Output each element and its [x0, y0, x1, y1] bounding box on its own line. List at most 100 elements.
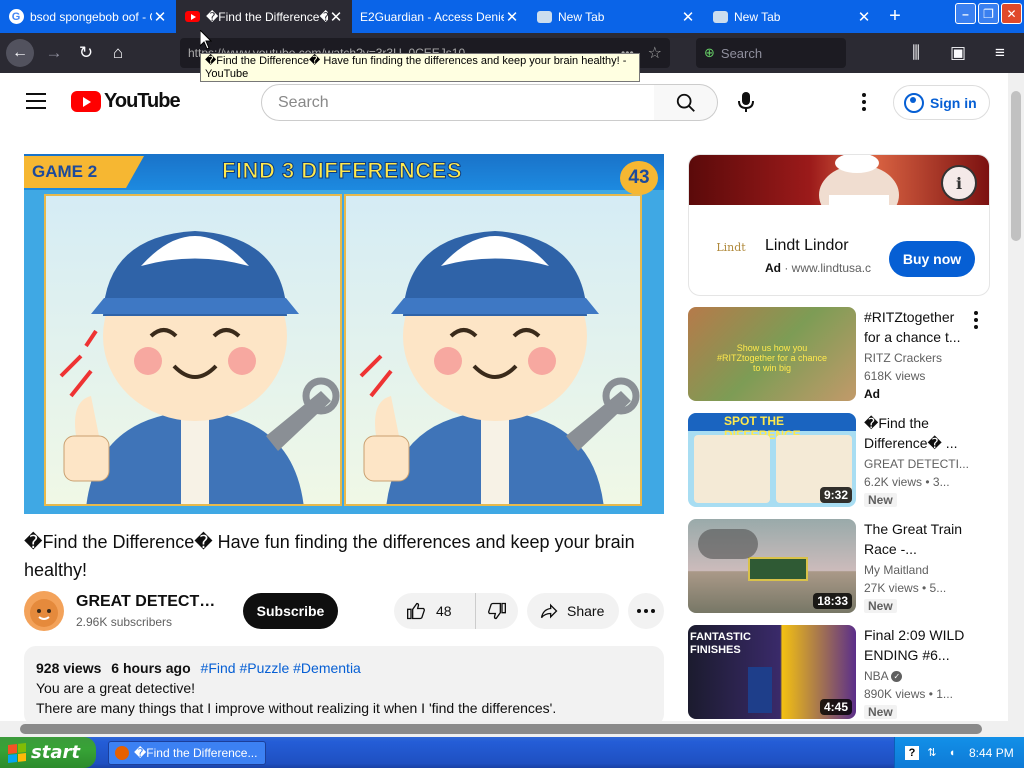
help-icon[interactable]: ? — [905, 745, 919, 760]
search-input[interactable]: Search — [261, 84, 655, 121]
ad-title: Lindt Lindor — [765, 237, 849, 254]
subscribe-button[interactable]: Subscribe — [243, 593, 338, 629]
duration-badge: 4:45 — [819, 699, 852, 715]
search-engine-icon: ⊕ — [704, 45, 715, 60]
tab-google-search[interactable]: G bsod spongebob oof - G ✕ — [0, 0, 176, 33]
recommendation-item[interactable]: SPOT THE DIFFERENCE 9:32 �Find the Diffe… — [688, 413, 990, 509]
close-icon[interactable]: ✕ — [328, 8, 344, 26]
view-count: 928 views — [36, 660, 102, 676]
channel-name[interactable]: GREAT DETECTIVE — [76, 593, 218, 611]
description-box[interactable]: 928 views 6 hours ago #Find #Puzzle #Dem… — [24, 646, 664, 726]
share-label: Share — [567, 603, 605, 619]
start-button[interactable]: start — [0, 737, 96, 768]
sign-in-button[interactable]: Sign in — [893, 85, 990, 120]
tab-title: New Tab — [734, 9, 781, 24]
horizontal-scrollbar[interactable] — [0, 721, 1008, 737]
buy-now-button[interactable]: Buy now — [889, 241, 975, 277]
tab-tooltip: �Find the Difference� Have fun finding t… — [200, 53, 640, 82]
ad-label: Ad — [765, 261, 781, 275]
volume-icon[interactable]: ◖ — [945, 746, 959, 760]
channel-avatar[interactable] — [24, 591, 64, 631]
new-badge: New — [864, 705, 897, 719]
library-icon[interactable]: ⫼ — [902, 39, 930, 67]
ad-subtitle: Ad · www.lindtusa.c — [765, 261, 872, 275]
back-arrow-icon[interactable]: ← — [6, 39, 34, 67]
restore-button[interactable]: ❐ — [978, 3, 999, 24]
screen: G bsod spongebob oof - G ✕ �Find the Dif… — [0, 0, 1024, 768]
vertical-scrollbar[interactable] — [1008, 73, 1024, 737]
windows-flag-icon — [8, 742, 26, 763]
recommendation-thumbnail: Show us how you #RITZtogether for a chan… — [688, 307, 856, 401]
forward-arrow-icon[interactable]: → — [40, 39, 68, 67]
subscriber-count: 2.96K subscribers — [76, 615, 173, 629]
tab-title: �Find the Difference� — [206, 9, 328, 24]
tab-title: New Tab — [558, 9, 605, 24]
mechanic-illustration — [359, 231, 640, 504]
recommendation-channel-name: NBA — [864, 669, 889, 683]
window-close-button[interactable]: ✕ — [1001, 3, 1022, 24]
taskbar-firefox-window[interactable]: �Find the Difference... — [108, 740, 266, 765]
reload-icon[interactable]: ↻ — [72, 39, 100, 67]
windows-taskbar: start �Find the Difference... ? ⇅ ◖ 8:44… — [0, 737, 1024, 768]
more-actions-button[interactable] — [628, 593, 664, 629]
settings-kebab-icon[interactable] — [852, 89, 876, 115]
tab-e2guardian[interactable]: E2Guardian - Access Denied ✕ — [352, 0, 528, 33]
video-title: �Find the Difference� Have fun finding t… — [24, 532, 635, 580]
duration-badge: 9:32 — [819, 487, 852, 503]
recommendation-views: 618K views — [864, 369, 926, 383]
info-icon[interactable]: i — [941, 165, 977, 201]
system-tray: ? ⇅ ◖ 8:44 PM — [894, 737, 1024, 768]
youtube-play-icon — [71, 91, 101, 112]
search-button[interactable] — [654, 84, 718, 121]
share-button[interactable]: Share — [527, 593, 619, 629]
recommendation-channel: GREAT DETECTI... — [864, 457, 969, 471]
home-icon[interactable]: ⌂ — [104, 39, 132, 67]
upload-age: 6 hours ago — [111, 660, 191, 676]
menu-icon[interactable]: ≡ — [986, 39, 1014, 67]
hashtags[interactable]: #Find #Puzzle #Dementia — [201, 660, 361, 676]
tab-title: E2Guardian - Access Denied — [360, 9, 504, 24]
ad-card[interactable]: i Lindt Lindt Lindor Ad · www.lindtusa.c… — [688, 154, 990, 296]
search-placeholder: Search — [278, 93, 329, 111]
close-icon[interactable]: ✕ — [856, 8, 872, 26]
recommendation-channel: NBA ✓ — [864, 669, 976, 683]
close-icon[interactable]: ✕ — [680, 8, 696, 26]
recommendation-title: Final 2:09 WILD ENDING #6... — [864, 627, 965, 663]
new-tab-plus-icon[interactable]: + — [880, 0, 910, 33]
browser-tab-strip: G bsod spongebob oof - G ✕ �Find the Dif… — [0, 0, 1024, 33]
tab-youtube-video[interactable]: �Find the Difference� ✕ — [176, 0, 352, 33]
network-icon[interactable]: ⇅ — [925, 746, 939, 760]
horizontal-scroll-thumb[interactable] — [20, 724, 982, 734]
video-player[interactable]: GAME 2 FIND 3 DIFFERENCES 43 — [24, 154, 664, 514]
like-count: 48 — [436, 603, 452, 619]
thumbs-down-icon — [487, 602, 506, 620]
guide-menu-icon[interactable] — [26, 93, 46, 114]
bookmark-star-icon[interactable]: ☆ — [648, 43, 662, 63]
microphone-icon[interactable] — [734, 90, 758, 114]
dislike-button[interactable] — [476, 601, 518, 621]
browser-search-placeholder: Search — [720, 45, 763, 61]
recommendation-menu-icon[interactable] — [972, 311, 980, 329]
recommendation-item[interactable]: 18:33 The Great Train Race -... My Maitl… — [688, 519, 990, 615]
recommendation-item[interactable]: Show us how you #RITZtogether for a chan… — [688, 307, 990, 403]
close-icon[interactable]: ✕ — [152, 8, 168, 26]
thumbnail-number: 43 — [620, 161, 658, 195]
verified-check-icon: ✓ — [891, 671, 903, 683]
description-line-2: There are many things that I improve wit… — [36, 700, 557, 716]
minimize-button[interactable]: – — [955, 3, 976, 24]
youtube-logo[interactable]: YouTube — [71, 90, 181, 113]
recommendation-views: 890K views • 1... — [864, 687, 953, 701]
recommendation-item[interactable]: FANTASTIC FINISHES 4:45 Final 2:09 WILD … — [688, 625, 990, 721]
tab-new-tab-1[interactable]: New Tab ✕ — [528, 0, 704, 33]
close-icon[interactable]: ✕ — [504, 8, 520, 26]
puzzle-panel-left — [44, 194, 342, 506]
browser-search-bar[interactable]: ⊕ Search — [696, 38, 846, 68]
tab-new-tab-2[interactable]: New Tab ✕ — [704, 0, 880, 33]
vertical-scroll-thumb[interactable] — [1011, 91, 1021, 241]
puzzle-panel-right — [344, 194, 642, 506]
like-button[interactable]: 48 — [394, 593, 476, 629]
tab-title: bsod spongebob oof - G — [30, 9, 152, 24]
thumbnail-caption: FANTASTIC FINISHES — [690, 631, 751, 656]
firefox-dog-icon — [536, 9, 552, 25]
sidebar-icon[interactable]: ▣ — [944, 39, 972, 67]
